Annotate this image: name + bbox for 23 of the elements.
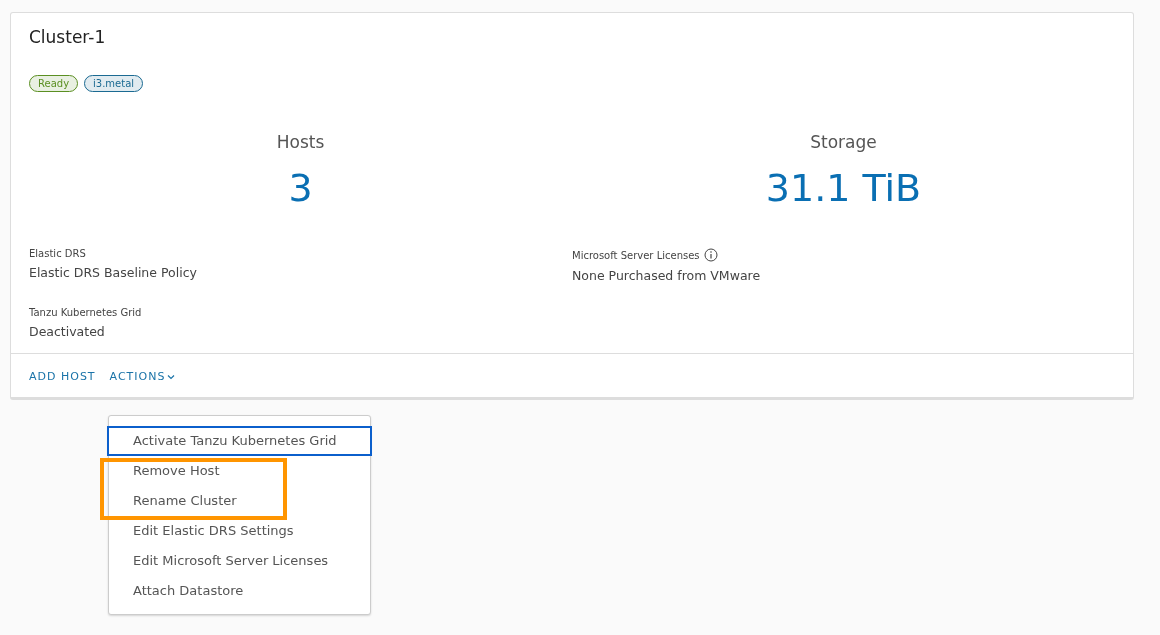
detail-value: Deactivated	[29, 324, 106, 339]
menu-item[interactable]: Activate Tanzu Kubernetes Grid	[107, 426, 372, 456]
detail-label: Microsoft Server Licenses	[572, 249, 700, 261]
menu-item[interactable]: Rename Cluster	[107, 486, 372, 516]
status-tag: Ready	[29, 75, 79, 92]
detail-label: Tanzu Kubernetes Grid	[29, 307, 142, 318]
menu-item[interactable]: Edit Microsoft Server Licenses	[107, 546, 372, 576]
menu-item[interactable]: Remove Host	[107, 456, 372, 486]
status-tag: i3.metal	[84, 75, 144, 92]
stat-label: Storage	[810, 132, 877, 152]
menu-item[interactable]: Attach Datastore	[107, 576, 372, 606]
menu-item[interactable]: Edit Elastic DRS Settings	[107, 516, 372, 546]
stat-label: Hosts	[276, 132, 325, 152]
detail-label: Elastic DRS	[29, 248, 86, 259]
add-host-button[interactable]: ADD HOST	[29, 370, 96, 383]
detail-value: Elastic DRS Baseline Policy	[29, 265, 198, 280]
stat-value: 31.1 TiB	[765, 166, 922, 210]
actions-dropdown[interactable]: ACTIONS	[109, 370, 176, 383]
chevron-icon	[167, 373, 176, 380]
stat-value: 3	[288, 166, 313, 210]
info-icon[interactable]	[703, 248, 718, 262]
cluster-title: Cluster-1	[29, 27, 107, 47]
detail-value: None Purchased from VMware	[572, 268, 762, 283]
